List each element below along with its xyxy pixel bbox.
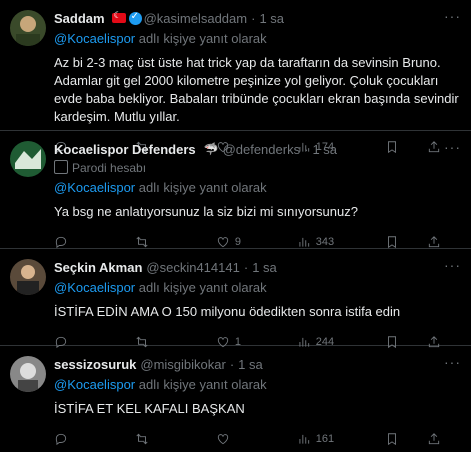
- tweet[interactable]: sessizosuruk @misgibikokar · 1 sa ··· @K…: [0, 346, 471, 450]
- timestamp[interactable]: 1 sa: [252, 260, 277, 275]
- handle[interactable]: @kasimelsaddam: [144, 11, 248, 26]
- reply-context-text: adlı kişiye yanıt olarak: [138, 280, 267, 295]
- shark-badge-icon: 🦈: [203, 142, 219, 156]
- heart-icon: [217, 434, 228, 445]
- timestamp[interactable]: 1 sa: [259, 11, 284, 26]
- reply-to-link[interactable]: @Kocaelispor: [54, 377, 135, 392]
- display-name[interactable]: Kocaelispor Defenders: [54, 142, 196, 157]
- share-icon: [428, 433, 440, 445]
- handle[interactable]: @seckin414141: [146, 260, 239, 275]
- display-name[interactable]: Seçkin Akman: [54, 260, 142, 275]
- reply-context: @Kocaelispor adlı kişiye yanıt olarak: [54, 279, 461, 297]
- more-options-icon[interactable]: ···: [444, 8, 461, 24]
- verified-badge-icon: [128, 11, 142, 25]
- avatar[interactable]: [10, 10, 46, 46]
- tweet[interactable]: Seçkin Akman @seckin414141 · 1 sa ··· @K…: [0, 249, 471, 349]
- reply-icon: [55, 236, 67, 249]
- tweet-header: Saddam @kasimelsaddam · 1 sa: [54, 8, 461, 28]
- more-options-icon[interactable]: ···: [444, 354, 461, 370]
- tweet[interactable]: Kocaelispor Defenders 🦈 @defenderks · 1 …: [0, 131, 471, 249]
- reply-to-link[interactable]: @Kocaelispor: [54, 180, 135, 195]
- avatar[interactable]: [10, 141, 46, 177]
- timestamp[interactable]: 1 sa: [238, 357, 263, 372]
- handle[interactable]: @misgibikokar: [140, 357, 225, 372]
- reply-icon: [55, 433, 67, 446]
- bookmark-button[interactable]: [385, 432, 415, 446]
- avatar[interactable]: [10, 356, 46, 392]
- views-button[interactable]: 343: [297, 235, 334, 249]
- reply-context: @Kocaelispor adlı kişiye yanıt olarak: [54, 179, 461, 197]
- more-options-icon[interactable]: ···: [444, 139, 461, 155]
- share-button[interactable]: [427, 432, 457, 446]
- display-name[interactable]: Saddam: [54, 11, 105, 26]
- timestamp[interactable]: 1 sa: [312, 142, 337, 157]
- separator: ·: [251, 10, 256, 26]
- handle[interactable]: @defenderks: [223, 142, 301, 157]
- reply-to-link[interactable]: @Kocaelispor: [54, 280, 135, 295]
- heart-icon: [217, 237, 228, 248]
- bookmark-icon: [388, 236, 396, 249]
- tweet[interactable]: Saddam @kasimelsaddam · 1 sa ··· @Kocael…: [0, 0, 471, 154]
- share-icon: [428, 236, 440, 248]
- like-button[interactable]: 9: [216, 235, 246, 249]
- parody-icon: [54, 160, 68, 174]
- reply-button[interactable]: [54, 235, 84, 249]
- display-name[interactable]: sessizosuruk: [54, 357, 136, 372]
- bookmark-button[interactable]: [385, 235, 415, 249]
- tweet-actions: 161: [54, 426, 461, 452]
- reply-to-link[interactable]: @Kocaelispor: [54, 31, 135, 46]
- tweet-text: İSTİFA ET KEL KAFALI BAŞKAN: [54, 401, 245, 416]
- views-button[interactable]: 161: [297, 432, 334, 446]
- share-button[interactable]: [427, 235, 457, 249]
- tweet-header: Kocaelispor Defenders 🦈 @defenderks · 1 …: [54, 139, 461, 159]
- turkey-flag-icon: [111, 10, 126, 23]
- reply-context-text: adlı kişiye yanıt olarak: [138, 180, 267, 195]
- retweet-button[interactable]: [135, 235, 165, 249]
- views-icon: [299, 434, 309, 444]
- bookmark-icon: [388, 433, 396, 446]
- parody-label: Parodi hesabı: [54, 159, 461, 177]
- tweet-text: Az bi 2-3 maç üst üste hat trick yap da …: [54, 55, 459, 124]
- avatar[interactable]: [10, 259, 46, 295]
- tweet-header: Seçkin Akman @seckin414141 · 1 sa: [54, 257, 461, 277]
- tweet-header: sessizosuruk @misgibikokar · 1 sa: [54, 354, 461, 374]
- tweet-text: Ya bsg ne anlatıyorsunuz la siz bizi mi …: [54, 204, 358, 219]
- views-icon: [299, 237, 309, 247]
- retweet-icon: [136, 236, 148, 248]
- more-options-icon[interactable]: ···: [444, 257, 461, 273]
- reply-context-text: adlı kişiye yanıt olarak: [138, 31, 267, 46]
- reply-context: @Kocaelispor adlı kişiye yanıt olarak: [54, 376, 461, 394]
- reply-context: @Kocaelispor adlı kişiye yanıt olarak: [54, 30, 461, 48]
- separator: ·: [304, 141, 309, 157]
- tweet-text: İSTİFA EDİN AMA O 150 milyonu ödedikten …: [54, 304, 401, 319]
- separator: ·: [229, 356, 235, 372]
- separator: ·: [243, 259, 249, 275]
- retweet-button[interactable]: [135, 432, 165, 446]
- retweet-icon: [136, 433, 148, 445]
- reply-context-text: adlı kişiye yanıt olarak: [138, 377, 267, 392]
- like-button[interactable]: [216, 432, 246, 446]
- reply-button[interactable]: [54, 432, 84, 446]
